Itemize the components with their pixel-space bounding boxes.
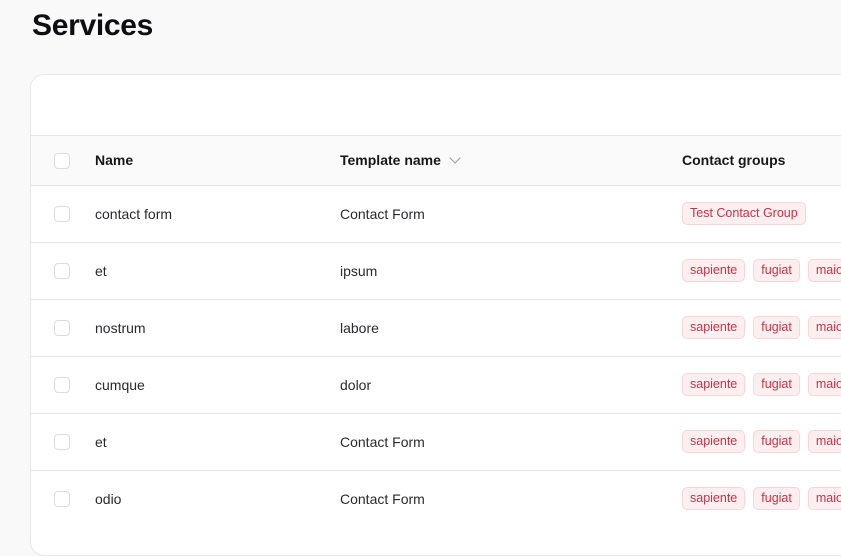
row-select-cell [31,470,95,527]
services-table-card: Name Template name Contact groups contac… [30,74,841,556]
template-name: labore [340,319,379,336]
row-select-cell [31,299,95,356]
contact-group-tag[interactable]: sapiente [682,487,746,511]
table-body: contact form Contact Form Test Contact G… [31,185,841,527]
contact-group-tag[interactable]: maio [807,316,841,339]
row-checkbox[interactable] [54,434,70,451]
contact-groups-list: sapiente fugiat maio [682,259,841,282]
template-name: Contact Form [340,205,425,222]
contact-group-tag[interactable]: Test Contact Group [682,202,806,225]
contact-groups-cell: sapiente fugiat maio [682,470,841,527]
contact-groups-list: sapiente fugiat maio [682,430,841,453]
column-header-template: Template name [340,136,682,186]
table-row[interactable]: contact form Contact Form Test Contact G… [31,185,841,242]
contact-groups-cell: sapiente fugiat maio [682,242,841,299]
contact-groups-cell: sapiente fugiat maio [682,413,841,470]
row-select-cell [31,185,95,242]
row-select-cell [31,242,95,299]
service-name: et [95,262,107,279]
row-checkbox[interactable] [54,377,70,394]
service-name: cumque [95,376,145,393]
contact-group-tag[interactable]: sapiente [682,373,746,396]
table-row[interactable]: et Contact Form sapiente fugiat maio [31,413,841,470]
service-name: nostrum [95,319,146,336]
sort-template-button[interactable]: Template name [340,152,461,169]
row-checkbox[interactable] [54,263,70,280]
contact-groups-list: sapiente fugiat maio [682,373,841,396]
contact-groups-cell: sapiente fugiat maio [682,299,841,356]
contact-group-tag[interactable]: sapiente [682,430,746,453]
select-all-checkbox[interactable] [54,152,70,169]
contact-group-tag[interactable]: maio [807,373,841,396]
contact-group-tag[interactable]: fugiat [753,316,800,339]
page-title: Services [32,9,154,42]
contact-groups-list: Test Contact Group [682,202,841,225]
table-row[interactable]: nostrum labore sapiente fugiat maio [31,299,841,356]
contact-group-tag[interactable]: fugiat [753,487,800,511]
template-name: Contact Form [340,490,425,507]
row-checkbox[interactable] [54,206,70,223]
contact-group-tag[interactable]: fugiat [753,259,800,282]
contact-group-tag[interactable]: sapiente [682,316,746,339]
contact-group-tag[interactable]: fugiat [753,373,800,396]
table-row[interactable]: odio Contact Form sapiente fugiat maio [31,470,841,527]
table-toolbar [31,75,841,136]
table-row[interactable]: et ipsum sapiente fugiat maio [31,242,841,299]
template-name: ipsum [340,262,378,279]
table-row[interactable]: cumque dolor sapiente fugiat maio [31,356,841,413]
row-select-cell [31,413,95,470]
row-select-cell [31,356,95,413]
contact-group-tag[interactable]: maio [807,259,841,282]
contact-group-tag[interactable]: fugiat [753,430,800,453]
contact-group-tag[interactable]: sapiente [682,259,746,282]
row-checkbox[interactable] [54,320,70,337]
chevron-down-icon [449,152,461,164]
column-header-template-label: Template name [340,152,441,169]
template-name: dolor [340,376,372,393]
row-checkbox[interactable] [54,491,70,508]
column-header-groups: Contact groups [682,136,841,186]
column-header-name: Name [95,136,340,186]
contact-groups-list: sapiente fugiat maio [682,487,841,511]
services-table: Name Template name Contact groups contac… [31,136,841,527]
contact-group-tag[interactable]: maio [807,487,841,511]
service-name: et [95,433,107,450]
contact-groups-cell: sapiente fugiat maio [682,356,841,413]
contact-groups-list: sapiente fugiat maio [682,316,841,339]
service-name: odio [95,490,122,507]
header-select-cell [31,136,95,186]
contact-group-tag[interactable]: maio [807,430,841,453]
table-header-row: Name Template name Contact groups [31,136,841,186]
template-name: Contact Form [340,433,425,450]
service-name: contact form [95,205,173,222]
contact-groups-cell: Test Contact Group [682,185,841,242]
